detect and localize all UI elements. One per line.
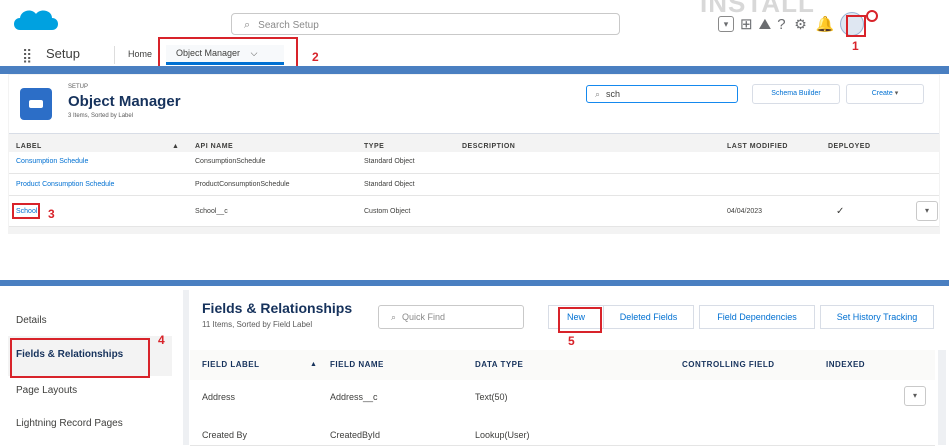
column-header-type[interactable]: TYPE (364, 143, 384, 150)
table-row (190, 414, 935, 446)
trailhead-icon[interactable]: ⛰ (759, 16, 772, 33)
type-cell: Standard Object (364, 181, 415, 188)
column-header-api-name[interactable]: API NAME (195, 143, 233, 150)
search-icon: ⌕ (244, 19, 251, 31)
annotation-box-4 (10, 338, 150, 378)
search-icon: ⌕ (595, 89, 601, 99)
page-subtitle: 3 Items, Sorted by Label (68, 113, 134, 119)
object-manager-icon (20, 88, 52, 120)
setup-gear-icon[interactable]: ⚙ (792, 15, 810, 33)
api-name-cell: ConsumptionSchedule (195, 158, 266, 165)
column-header-last-modified[interactable]: LAST MODIFIED (727, 143, 788, 150)
row-actions-button[interactable]: ▾ (904, 386, 926, 406)
help-icon[interactable]: ? (777, 16, 785, 33)
field-link[interactable]: Created By (202, 430, 247, 440)
add-icon[interactable]: ⊞ (740, 15, 753, 33)
quick-find-input[interactable]: ⌕ Quick Find (378, 305, 524, 329)
create-button[interactable]: Create ▾ (846, 84, 924, 104)
annotation-number-2: 2 (312, 50, 319, 64)
row-actions-button[interactable]: ▾ (916, 201, 938, 221)
annotation-box-5 (558, 307, 602, 333)
annotation-dot (866, 10, 878, 22)
quick-find-input[interactable]: ⌕ sch (586, 85, 738, 103)
sidebar-item-details[interactable]: Details (16, 315, 47, 326)
column-header-deployed[interactable]: DEPLOYED (828, 143, 871, 150)
deployed-check-icon: ✓ (836, 206, 845, 217)
annotation-number-3: 3 (48, 207, 55, 221)
column-header-field-label[interactable]: FIELD LABEL (202, 360, 260, 369)
sort-ascending-icon: ▲ (172, 143, 180, 150)
last-modified-cell: 04/04/2023 (727, 208, 763, 215)
table-row (9, 174, 939, 196)
annotation-number-4: 4 (158, 333, 165, 347)
field-name-cell: Address__c (330, 392, 378, 402)
api-name-cell: ProductConsumptionSchedule (195, 181, 290, 188)
table-row (190, 380, 935, 415)
annotation-number-5: 5 (568, 334, 575, 348)
object-link[interactable]: Consumption Schedule (16, 158, 88, 165)
search-icon: ⌕ (391, 312, 397, 322)
tab-home[interactable]: Home (128, 49, 152, 59)
type-cell: Standard Object (364, 158, 415, 165)
notifications-icon[interactable]: 🔔 (816, 15, 835, 33)
blue-band (0, 280, 949, 286)
column-header-controlling-field[interactable]: CONTROLLING FIELD (682, 360, 775, 369)
column-header-indexed[interactable]: INDEXED (826, 360, 865, 369)
salesforce-logo[interactable] (10, 4, 62, 40)
favorites-list-icon[interactable]: ▾ (718, 16, 734, 32)
setup-label: SETUP (68, 84, 89, 90)
column-header-description[interactable]: DESCRIPTION (462, 143, 515, 150)
data-type-cell: Lookup(User) (475, 430, 530, 440)
blue-band (0, 66, 949, 74)
nav-divider (114, 46, 115, 64)
column-header-field-name[interactable]: FIELD NAME (330, 360, 384, 369)
app-launcher-icon[interactable]: ⣿ (22, 47, 32, 64)
sidebar-item-page-layouts[interactable]: Page Layouts (16, 385, 77, 396)
data-type-cell: Text(50) (475, 392, 508, 402)
section-subtitle: 11 Items, Sorted by Field Label (202, 320, 313, 329)
object-link[interactable]: Product Consumption Schedule (16, 181, 114, 188)
type-cell: Custom Object (364, 208, 411, 215)
annotation-box-1 (846, 15, 866, 37)
field-link[interactable]: Address (202, 392, 235, 402)
header-utility-icons: ▾ ⊞ ⛰ ? ⚙ 🔔 (718, 10, 865, 38)
page-title: Object Manager (68, 93, 181, 110)
sidebar-scrollbar[interactable] (183, 290, 189, 445)
column-header-data-type[interactable]: DATA TYPE (475, 360, 523, 369)
deleted-fields-button[interactable]: Deleted Fields (603, 305, 694, 329)
sort-ascending-icon: ▲ (310, 361, 318, 368)
app-name: Setup (46, 46, 80, 61)
section-title: Fields & Relationships (202, 300, 353, 316)
api-name-cell: School__c (195, 208, 228, 215)
set-history-tracking-button[interactable]: Set History Tracking (820, 305, 934, 329)
table-row (9, 152, 939, 174)
annotation-box-3 (12, 203, 40, 219)
field-dependencies-button[interactable]: Field Dependencies (699, 305, 815, 329)
sidebar-item-lightning-record-pages[interactable]: Lightning Record Pages (16, 418, 123, 429)
chevron-down-icon: ▾ (894, 90, 899, 97)
global-search-input[interactable]: ⌕ Search Setup (231, 13, 620, 35)
table-scrollbar[interactable] (938, 350, 946, 445)
field-name-cell: CreatedById (330, 430, 381, 440)
column-header-label[interactable]: LABEL (16, 143, 42, 150)
fields-table-header (190, 350, 935, 381)
table-row (9, 196, 939, 227)
schema-builder-button[interactable]: Schema Builder (752, 84, 840, 104)
